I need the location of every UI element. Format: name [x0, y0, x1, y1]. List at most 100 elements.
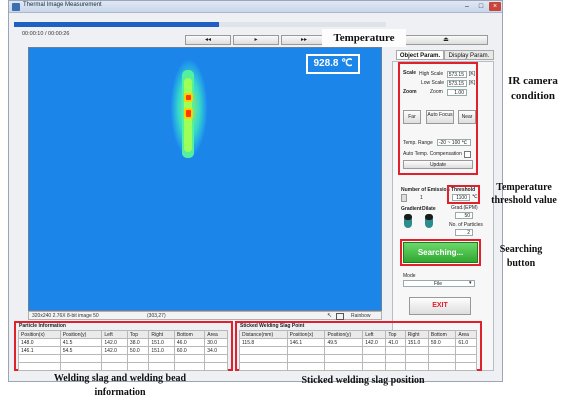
table-cell: 142.0 [362, 338, 387, 347]
maximize-icon[interactable]: □ [475, 2, 487, 11]
auto-focus-button[interactable]: Auto Focus [426, 110, 454, 124]
table-cell: 41.0 [385, 338, 406, 347]
high-scale-field[interactable]: 573.15 [447, 71, 467, 78]
table-cell: 34.0 [204, 346, 228, 355]
dilate-label: Dilate [422, 206, 436, 212]
title-bar: Thermal Image Measurement – □ × [9, 1, 502, 13]
column-header: Area [455, 330, 477, 339]
minimize-icon[interactable]: – [461, 2, 473, 11]
low-scale-unit: [K] [469, 80, 476, 86]
fast-forward-button[interactable]: ▸▸ [281, 35, 327, 45]
zoom-field[interactable]: 1.00 [447, 89, 467, 96]
table-cell: 38.0 [126, 338, 150, 347]
table-header-row: Position(x) Position(y) Left Top Right B… [18, 330, 228, 339]
total-time: 00:00:26 [48, 31, 70, 37]
table-row [18, 354, 228, 363]
num-emission-spinner[interactable] [401, 194, 407, 202]
eject-button[interactable]: ⏏ [404, 35, 488, 45]
table-row[interactable]: 148.0 41.5 142.0 38.0 151.0 46.0 30.0 [18, 338, 228, 347]
rewind-button[interactable]: ◂◂ [185, 35, 231, 45]
searching-annotation: Searching button [499, 244, 543, 269]
table-cell: 30.0 [204, 338, 228, 347]
gradient-toggle-knob [404, 214, 412, 220]
table-cell: 148.0 [18, 338, 61, 347]
high-scale-label: High Scale [419, 71, 444, 77]
column-header: Bottom [427, 330, 457, 339]
mode-dropdown-icon[interactable]: ▾ [469, 280, 472, 286]
table-row [239, 362, 477, 371]
slag-position-annotation: Sticked welding slag position [301, 375, 425, 386]
temperature-annotation: Temperature [333, 32, 395, 44]
playback-progress-fill [14, 22, 219, 27]
dilate-toggle[interactable] [425, 214, 433, 228]
num-emission-label: Number of Emission [401, 187, 450, 193]
ir-camera-annotation: IR camera condition [508, 75, 558, 102]
table-cell: 142.0 [101, 338, 128, 347]
table-row [239, 354, 477, 363]
column-header: Position(y) [324, 330, 364, 339]
low-scale-field[interactable]: 573.15 [447, 80, 467, 87]
tab-object-param[interactable]: Object Param. [396, 50, 444, 60]
zoom-group-label: Zoom [403, 89, 417, 95]
table-cell: 41.5 [59, 338, 103, 347]
exit-button[interactable]: EXIT [409, 297, 471, 315]
particle-info-table: Position(x) Position(y) Left Top Right B… [18, 330, 228, 371]
low-scale-label: Low Scale [421, 80, 445, 86]
table-header-row: Distance(mm) Position(x) Position(y) Lef… [239, 330, 477, 339]
particles-field[interactable]: 2 [455, 229, 473, 236]
scale-label: Scale [403, 70, 417, 76]
table-row [239, 346, 477, 355]
mode-label: Mode [403, 273, 416, 279]
temp-range-label: Temp. Range [403, 140, 433, 146]
particle-info-title: Particle Information [19, 323, 66, 329]
threshold-label: Threshold [451, 187, 476, 193]
table-cell: 46.0 [173, 338, 206, 347]
table-row[interactable]: 146.1 54.5 142.0 50.0 151.0 60.0 34.0 [18, 346, 228, 355]
table-row[interactable]: 115.8 146.1 49.5 142.0 41.0 151.0 59.0 6… [239, 338, 477, 347]
table-cell: 50.0 [126, 346, 150, 355]
temperature-readout: 928.8 ℃ [313, 58, 353, 69]
table-cell: 146.1 [286, 338, 326, 347]
zoom-label: Zoom [430, 89, 443, 95]
time-separator: / [44, 31, 47, 37]
time-display: 00:00:10 / 00:00:26 [22, 31, 69, 37]
cursor-tool-icon[interactable]: ↖ [327, 312, 332, 319]
column-header: Position(x) [18, 330, 61, 339]
slag-point-title: Sticked Welding Slag Point [240, 323, 305, 329]
threshold-annotation: Temperature threshold value [491, 182, 557, 206]
threshold-field[interactable]: 1100 [452, 194, 470, 201]
gradient-toggle[interactable] [404, 214, 412, 228]
table-cell: 142.0 [101, 346, 128, 355]
far-focus-button[interactable]: Far [403, 110, 421, 124]
table-cell: 151.0 [148, 338, 175, 347]
table-row [18, 362, 228, 371]
threshold-unit: ℃ [472, 194, 478, 200]
temp-range-select[interactable]: -20 ~ 100 ℃ [437, 139, 471, 146]
near-focus-button[interactable]: Near [458, 110, 476, 124]
table-cell: 151.0 [148, 346, 175, 355]
auto-comp-checkbox[interactable] [464, 151, 471, 158]
column-header: Right [404, 330, 429, 339]
app-icon [12, 3, 20, 11]
gradient-param-field[interactable]: 50 [455, 212, 473, 219]
gradient-param-label: Grad.(EPM) [451, 205, 478, 211]
column-header: Bottom [173, 330, 206, 339]
close-icon[interactable]: × [489, 2, 501, 11]
dilate-toggle-knob [425, 214, 433, 220]
mode-select[interactable]: File [403, 280, 475, 287]
update-button[interactable]: Update [403, 160, 473, 169]
tab-display-param[interactable]: Display Param. [444, 50, 494, 60]
status-image-info: 320x240 2.76X 8-bit image 50 [32, 313, 99, 319]
table-cell: 59.0 [427, 338, 457, 347]
palette-swatch-icon[interactable] [336, 313, 344, 320]
column-header: Top [126, 330, 150, 339]
playback-progress-bar[interactable] [14, 22, 386, 27]
high-scale-unit: [K] [469, 71, 476, 77]
table-cell: 60.0 [173, 346, 206, 355]
searching-button[interactable]: Searching... [403, 242, 478, 263]
play-button[interactable]: ▸ [233, 35, 279, 45]
table-cell: 146.1 [18, 346, 61, 355]
column-header: Left [362, 330, 387, 339]
ir-image-view[interactable]: 928.8 ℃ [28, 47, 382, 311]
welding-info-annotation: Welding slag and welding bead informatio… [53, 373, 187, 398]
